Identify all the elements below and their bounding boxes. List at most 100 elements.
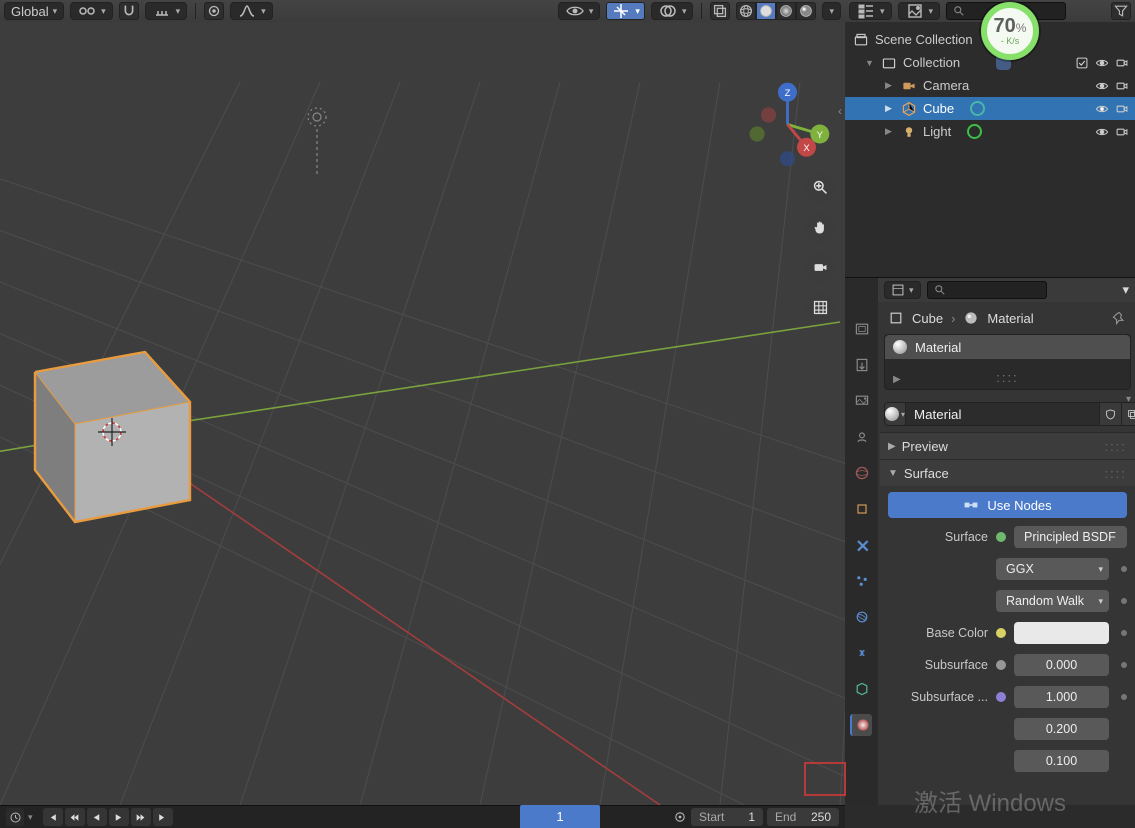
- sss-b-field[interactable]: 0.100: [1014, 750, 1109, 772]
- socket-dot-icon[interactable]: [996, 628, 1006, 638]
- tab-output[interactable]: [851, 354, 873, 376]
- material-slot[interactable]: Material: [885, 335, 1130, 359]
- 3d-viewport[interactable]: ‹ Z Y X: [0, 22, 845, 805]
- expand-arrow-icon[interactable]: ▶: [893, 374, 901, 385]
- eye-icon[interactable]: [1095, 125, 1109, 139]
- sss-method-dropdown[interactable]: Random Walk ▾: [996, 590, 1109, 612]
- outliner-mode-dropdown[interactable]: ▾: [898, 2, 941, 20]
- camera-restrict-icon[interactable]: [1115, 79, 1129, 93]
- snap-toggle[interactable]: [119, 2, 139, 20]
- nav-gizmo[interactable]: Z Y X: [740, 77, 835, 172]
- socket-dot-icon[interactable]: [1121, 566, 1127, 572]
- socket-dot-icon[interactable]: [1121, 662, 1127, 668]
- tab-constraints[interactable]: [851, 642, 873, 664]
- checkbox-icon[interactable]: [1075, 56, 1089, 70]
- pivot-dropdown[interactable]: ▾: [70, 2, 113, 20]
- keyframe-prev-button[interactable]: [65, 808, 85, 826]
- eye-icon[interactable]: [1095, 79, 1109, 93]
- eye-icon[interactable]: [1095, 56, 1109, 70]
- proportional-edit-toggle[interactable]: [204, 2, 224, 20]
- shader-dropdown[interactable]: Principled BSDF: [1014, 526, 1127, 548]
- keyframe-next-button[interactable]: [131, 808, 151, 826]
- timeline[interactable]: ▾ 1 Start 1 End 250: [0, 805, 845, 828]
- outliner-row-collection[interactable]: ▼ Collection: [845, 51, 1135, 74]
- ortho-button[interactable]: [805, 292, 835, 322]
- shading-solid[interactable]: [756, 2, 776, 20]
- zoom-button[interactable]: [805, 172, 835, 202]
- eye-icon[interactable]: [1095, 102, 1109, 116]
- data-badge[interactable]: [967, 124, 982, 139]
- distribution-dropdown[interactable]: GGX ▾: [996, 558, 1109, 580]
- properties-editor-dropdown[interactable]: ▾: [884, 281, 921, 299]
- pin-icon[interactable]: [1111, 310, 1127, 326]
- timeline-editor-dropdown[interactable]: [6, 808, 24, 826]
- socket-dot-icon[interactable]: [1121, 598, 1127, 604]
- orientation-dropdown[interactable]: Global ▾: [4, 2, 64, 20]
- shading-wireframe[interactable]: [736, 2, 756, 20]
- camera-restrict-icon[interactable]: [1115, 125, 1129, 139]
- drag-handle-icon[interactable]: ::::: [1105, 439, 1127, 454]
- tab-mesh[interactable]: [851, 678, 873, 700]
- socket-dot-icon[interactable]: [1121, 630, 1127, 636]
- jump-start-button[interactable]: [43, 808, 63, 826]
- disclosure-triangle-icon[interactable]: ▶: [885, 103, 895, 114]
- outliner-row-camera[interactable]: ▶ Camera: [845, 74, 1135, 97]
- outliner-filter[interactable]: [1111, 2, 1131, 20]
- surface-section-header[interactable]: ▼ Surface ::::: [880, 460, 1135, 486]
- chevron-down-icon[interactable]: ▾: [28, 812, 33, 823]
- camera-restrict-icon[interactable]: [1115, 56, 1129, 70]
- tab-modifier[interactable]: [851, 534, 873, 556]
- outliner-editor-dropdown[interactable]: ▾: [849, 2, 892, 20]
- outliner-row-light[interactable]: ▶ Light: [845, 120, 1135, 143]
- tab-world[interactable]: [851, 462, 873, 484]
- gizmo-dropdown[interactable]: ▾: [606, 2, 645, 20]
- material-name-field[interactable]: [906, 402, 1100, 426]
- start-frame-field[interactable]: Start 1: [691, 808, 763, 826]
- drag-handle-icon[interactable]: ::::: [996, 370, 1018, 385]
- xray-toggle[interactable]: [710, 2, 730, 20]
- play-reverse-button[interactable]: [87, 808, 107, 826]
- subsurface-field[interactable]: 0.000: [1014, 654, 1109, 676]
- material-browse-button[interactable]: ▾: [884, 402, 906, 426]
- tab-viewlayer[interactable]: [851, 390, 873, 412]
- base-color-swatch[interactable]: [1014, 622, 1109, 644]
- sss-g-field[interactable]: 0.200: [1014, 718, 1109, 740]
- socket-dot-icon[interactable]: [1121, 694, 1127, 700]
- disclosure-triangle-icon[interactable]: ▼: [865, 58, 875, 68]
- tab-material[interactable]: [850, 714, 872, 736]
- tab-particles[interactable]: [851, 570, 873, 592]
- material-slot-list[interactable]: Material ▶ ::::: [884, 334, 1131, 390]
- drag-handle-icon[interactable]: ::::: [1105, 466, 1127, 481]
- tab-object[interactable]: [851, 498, 873, 520]
- falloff-dropdown[interactable]: ▾: [230, 2, 273, 20]
- disclosure-triangle-icon[interactable]: ▶: [885, 80, 895, 91]
- disclosure-triangle-icon[interactable]: ▶: [885, 126, 895, 137]
- fake-user-button[interactable]: [1100, 402, 1122, 426]
- camera-view-button[interactable]: [805, 252, 835, 282]
- jump-end-button[interactable]: [153, 808, 173, 826]
- shading-rendered[interactable]: [796, 2, 816, 20]
- shading-matprev[interactable]: [776, 2, 796, 20]
- playhead[interactable]: 1: [520, 805, 600, 828]
- play-button[interactable]: [109, 808, 129, 826]
- socket-dot-icon[interactable]: [996, 692, 1006, 702]
- outliner-row-cube[interactable]: ▶ Cube: [845, 97, 1135, 120]
- socket-dot-icon[interactable]: [996, 660, 1006, 670]
- chevron-down-icon[interactable]: ▾: [884, 394, 1131, 398]
- properties-search[interactable]: [927, 281, 1047, 299]
- tab-render[interactable]: [851, 318, 873, 340]
- socket-dot-icon[interactable]: [996, 532, 1006, 542]
- snap-dropdown[interactable]: ▾: [145, 2, 188, 20]
- visibility-dropdown[interactable]: ▾: [558, 2, 601, 20]
- n-panel-collapse-handle[interactable]: ‹: [838, 104, 842, 118]
- sss-r-field[interactable]: 1.000: [1014, 686, 1109, 708]
- shading-dropdown[interactable]: ▾: [822, 2, 841, 20]
- tab-physics[interactable]: [851, 606, 873, 628]
- camera-restrict-icon[interactable]: [1115, 102, 1129, 116]
- new-material-button[interactable]: [1122, 402, 1135, 426]
- chevron-down-icon[interactable]: ▾: [1122, 282, 1129, 298]
- overlays-dropdown[interactable]: ▾: [651, 2, 694, 20]
- preview-section-header[interactable]: ▶ Preview ::::: [880, 433, 1135, 459]
- use-nodes-button[interactable]: Use Nodes: [888, 492, 1127, 518]
- tab-scene[interactable]: [851, 426, 873, 448]
